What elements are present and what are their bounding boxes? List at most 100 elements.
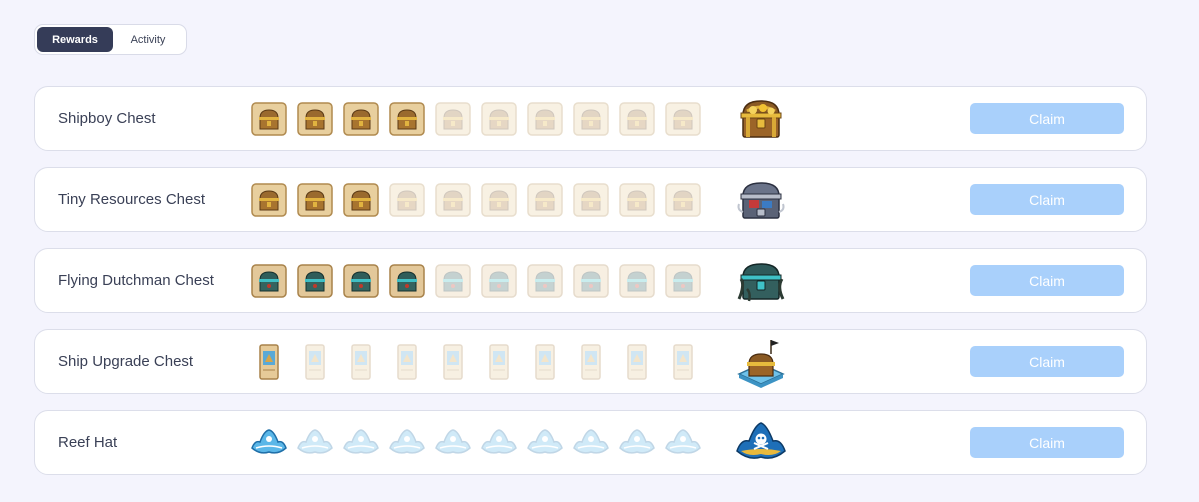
empty-token-slot <box>296 424 334 462</box>
scroll-token-icon <box>627 344 647 380</box>
blue-hat-token-icon <box>435 429 471 454</box>
empty-token-slot <box>664 100 702 138</box>
blue-hat-token-icon <box>619 429 655 454</box>
empty-token-slot <box>480 262 518 300</box>
empty-token-slot <box>480 181 518 219</box>
map-chest-token-icon <box>297 102 333 136</box>
claim-button[interactable]: Claim <box>970 427 1124 458</box>
dutchman-chest-icon <box>737 263 785 302</box>
empty-token-slot <box>342 424 380 462</box>
scroll-token-icon <box>535 344 555 380</box>
golden-chest-icon <box>740 100 782 138</box>
claim-button[interactable]: Claim <box>970 184 1124 215</box>
collected-token <box>342 181 380 219</box>
map-chest-token-icon <box>665 183 701 217</box>
reward-row-shipboy-chest: Shipboy Chest Claim <box>34 86 1147 151</box>
empty-token-slot <box>618 262 656 300</box>
row-title: Shipboy Chest <box>58 110 156 127</box>
empty-token-slot <box>526 262 564 300</box>
blue-hat-token-icon <box>343 429 379 454</box>
collected-token <box>250 262 288 300</box>
empty-token-slot <box>434 343 472 381</box>
tab-activity[interactable]: Activity <box>113 27 183 52</box>
empty-token-slot <box>618 100 656 138</box>
empty-token-slot <box>618 343 656 381</box>
collected-token <box>296 181 334 219</box>
empty-token-slot <box>434 262 472 300</box>
empty-token-slot <box>388 424 426 462</box>
empty-token-slot <box>526 181 564 219</box>
token-progress <box>250 262 710 300</box>
scroll-token-icon <box>489 344 509 380</box>
claim-button[interactable]: Claim <box>970 346 1124 377</box>
map-green-chest-token-icon <box>573 264 609 298</box>
map-green-chest-token-icon <box>481 264 517 298</box>
reward-row-ship-upgrade-chest: Ship Upgrade Chest Claim <box>34 329 1147 394</box>
collected-token <box>250 343 288 381</box>
collected-token <box>250 181 288 219</box>
empty-token-slot <box>434 424 472 462</box>
map-chest-token-icon <box>573 102 609 136</box>
map-chest-token-icon <box>527 183 563 217</box>
tab-rewards[interactable]: Rewards <box>37 27 113 52</box>
scroll-token-icon <box>443 344 463 380</box>
collected-token <box>296 262 334 300</box>
scroll-token-icon <box>351 344 371 380</box>
map-green-chest-token-icon <box>619 264 655 298</box>
collected-token <box>388 100 426 138</box>
empty-token-slot <box>480 100 518 138</box>
scroll-token-icon <box>305 344 325 380</box>
map-green-chest-token-icon <box>297 264 333 298</box>
claim-button[interactable]: Claim <box>970 265 1124 296</box>
empty-token-slot <box>664 181 702 219</box>
empty-token-slot <box>572 424 610 462</box>
scroll-token-icon <box>397 344 417 380</box>
empty-token-slot <box>480 424 518 462</box>
blue-hat-token-icon <box>251 429 287 454</box>
empty-token-slot <box>388 343 426 381</box>
map-chest-token-icon <box>481 183 517 217</box>
collected-token <box>250 100 288 138</box>
empty-token-slot <box>296 343 334 381</box>
collected-token <box>342 262 380 300</box>
blue-hat-token-icon <box>481 429 517 454</box>
row-title: Ship Upgrade Chest <box>58 353 194 370</box>
empty-token-slot <box>572 262 610 300</box>
empty-token-slot <box>526 343 564 381</box>
token-progress <box>250 424 710 462</box>
token-progress <box>250 343 710 381</box>
reward-row-flying-dutchman-chest: Flying Dutchman Chest Claim <box>34 248 1147 313</box>
empty-token-slot <box>526 100 564 138</box>
map-green-chest-token-icon <box>665 264 701 298</box>
claim-button[interactable]: Claim <box>970 103 1124 134</box>
map-chest-token-icon <box>435 183 471 217</box>
empty-token-slot <box>572 181 610 219</box>
empty-token-slot <box>664 424 702 462</box>
pirate-hat-icon <box>736 422 786 459</box>
token-progress <box>250 181 710 219</box>
tab-bar: Rewards Activity <box>34 24 187 55</box>
blue-hat-token-icon <box>665 429 701 454</box>
scroll-token-icon <box>259 344 279 380</box>
empty-token-slot <box>664 343 702 381</box>
empty-token-slot <box>526 424 564 462</box>
reward-row-tiny-resources-chest: Tiny Resources Chest Claim <box>34 167 1147 232</box>
map-chest-token-icon <box>343 102 379 136</box>
blue-hat-token-icon <box>389 429 425 454</box>
scroll-token-icon <box>581 344 601 380</box>
map-chest-token-icon <box>527 102 563 136</box>
map-chest-token-icon <box>389 183 425 217</box>
empty-token-slot <box>388 181 426 219</box>
empty-token-slot <box>572 343 610 381</box>
rewards-list: Shipboy Chest Claim Tiny Resources Chest… <box>34 86 1147 475</box>
map-chest-token-icon <box>251 102 287 136</box>
map-chest-token-icon <box>251 183 287 217</box>
map-chest-token-icon <box>435 102 471 136</box>
empty-token-slot <box>618 181 656 219</box>
map-chest-token-icon <box>343 183 379 217</box>
empty-token-slot <box>434 100 472 138</box>
empty-token-slot <box>342 343 380 381</box>
map-chest-token-icon <box>665 102 701 136</box>
empty-token-slot <box>480 343 518 381</box>
map-green-chest-token-icon <box>343 264 379 298</box>
